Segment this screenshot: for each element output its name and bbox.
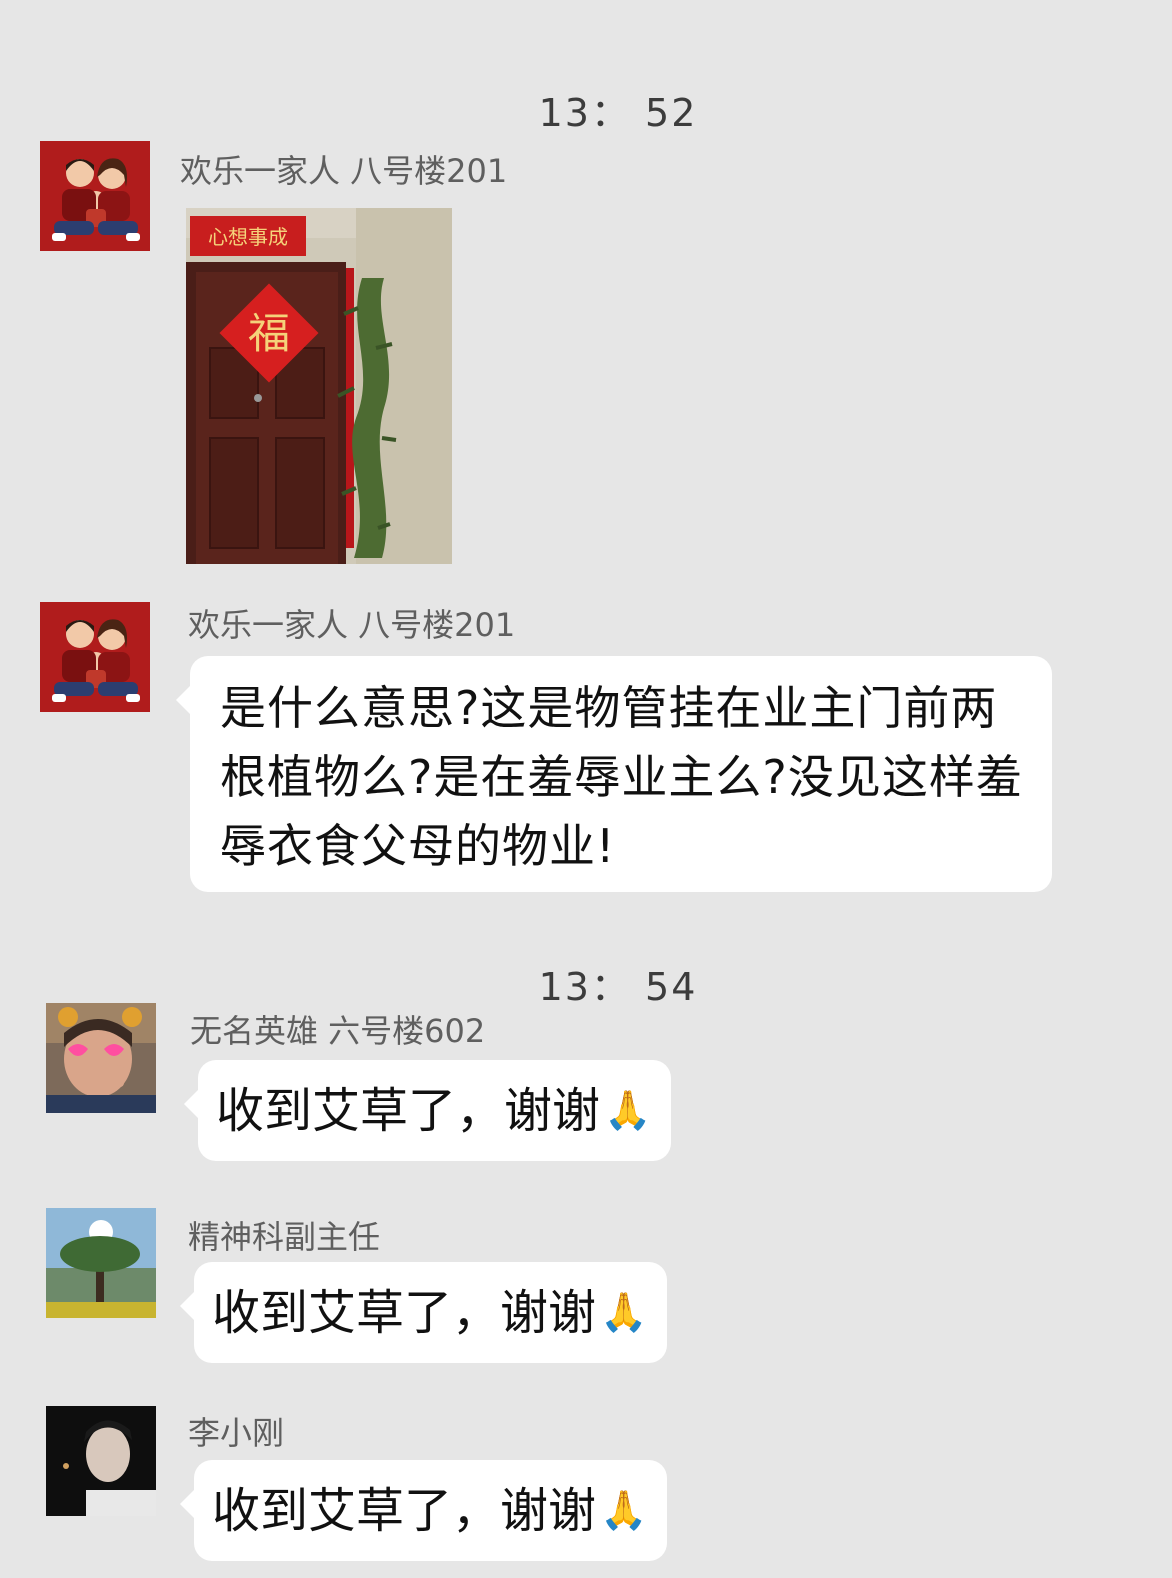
message-bubble[interactable]: 是什么意思?这是物管挂在业主门前两根植物么?是在羞辱业主么?没见这样羞辱衣食父母… bbox=[176, 656, 1052, 892]
chat-view: 13： 52 欢乐一家人 八号楼201 心想事成 福 欢乐一家人 八号楼201 … bbox=[0, 0, 1172, 1578]
message-text: 收到艾草了，谢谢 bbox=[212, 1483, 597, 1539]
message-text: 收到艾草了，谢谢 bbox=[212, 1285, 597, 1341]
message-bubble[interactable]: 收到艾草了，谢谢 🙏 bbox=[183, 1060, 672, 1161]
message-bubble[interactable]: 收到艾草了，谢谢 🙏 bbox=[179, 1262, 668, 1363]
sender-name: 精神科副主任 bbox=[188, 1218, 381, 1256]
pray-emoji-icon: 🙏 bbox=[600, 1488, 648, 1532]
avatar-family[interactable] bbox=[40, 141, 150, 251]
banner-text: 心想事成 bbox=[208, 225, 288, 249]
sender-name: 欢乐一家人 八号楼201 bbox=[180, 152, 508, 190]
avatar-user[interactable] bbox=[46, 1003, 156, 1113]
message-text: 是什么意思?这是物管挂在业主门前两根植物么?是在羞辱业主么?没见这样羞辱衣食父母… bbox=[220, 681, 1023, 873]
avatar-user[interactable] bbox=[46, 1406, 156, 1516]
avatar-user[interactable] bbox=[46, 1208, 156, 1318]
pray-emoji-icon: 🙏 bbox=[604, 1088, 652, 1132]
sender-name: 无名英雄 六号楼602 bbox=[190, 1012, 486, 1050]
message-photo[interactable]: 心想事成 福 bbox=[186, 208, 452, 564]
sender-name: 李小刚 bbox=[188, 1414, 285, 1452]
timestamp: 13： 54 bbox=[538, 965, 698, 1009]
pray-emoji-icon: 🙏 bbox=[600, 1290, 648, 1334]
fu-character: 福 bbox=[248, 309, 290, 358]
sender-name: 欢乐一家人 八号楼201 bbox=[188, 606, 516, 644]
message-text: 收到艾草了，谢谢 bbox=[216, 1083, 601, 1139]
message-bubble[interactable]: 收到艾草了，谢谢 🙏 bbox=[179, 1460, 668, 1561]
avatar-family[interactable] bbox=[40, 602, 150, 712]
timestamp: 13： 52 bbox=[538, 91, 698, 135]
